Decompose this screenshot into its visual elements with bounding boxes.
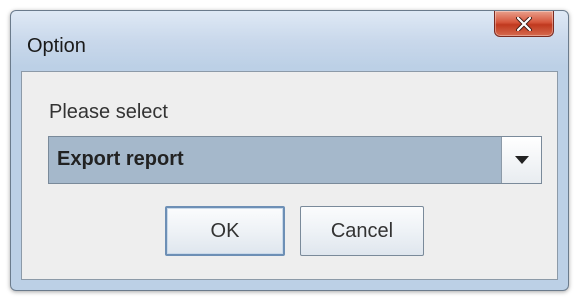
cancel-button[interactable]: Cancel: [300, 206, 424, 256]
dialog-title: Option: [27, 35, 86, 57]
option-dialog: Option Please select Export report OK Ca…: [10, 10, 569, 291]
ok-button[interactable]: OK: [165, 206, 285, 256]
option-select[interactable]: Export report: [48, 136, 542, 184]
chevron-down-icon: [514, 151, 529, 169]
title-bar[interactable]: Option: [11, 11, 568, 71]
close-button[interactable]: [494, 11, 554, 37]
dropdown-arrow-button[interactable]: [501, 137, 541, 183]
close-icon: [516, 16, 532, 31]
dialog-content: Please select Export report OK Cancel: [21, 71, 558, 280]
prompt-label: Please select: [49, 101, 168, 123]
selected-option: Export report: [57, 148, 184, 170]
